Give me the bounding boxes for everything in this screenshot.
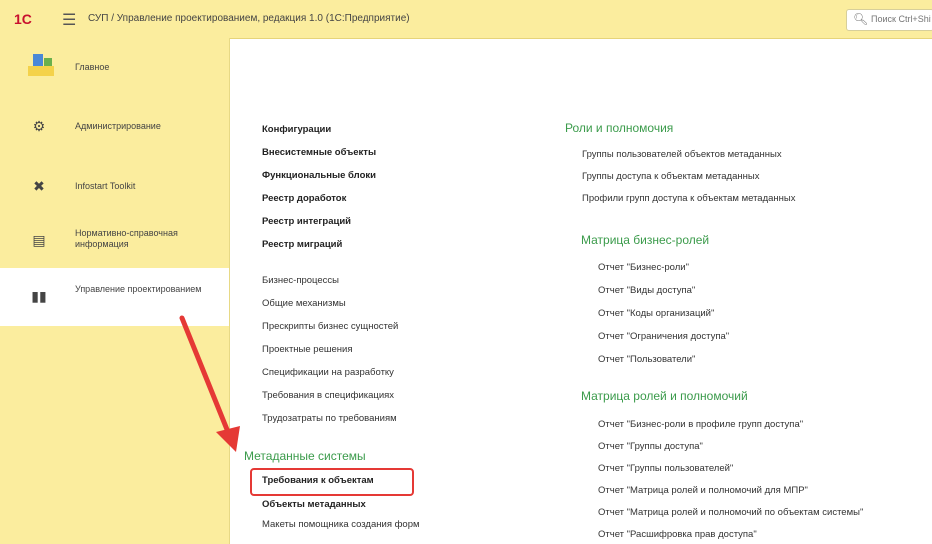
link-business-processes[interactable]: Бизнес-процессы [262,275,339,286]
section-roles-matrix: Матрица ролей и полномочий [581,389,748,403]
sidebar-item-administration[interactable]: ⚙ Администрирование [0,98,229,158]
sidebar-item-label: Главное [75,62,110,72]
link-report-matrix-mpr[interactable]: Отчет "Матрица ролей и полномочий для МП… [598,485,808,496]
section-roles: Роли и полномочия [565,121,674,135]
link-report-matrix-objects[interactable]: Отчет "Матрица ролей и полномочий по объ… [598,507,863,518]
link-dev-specifications[interactable]: Спецификации на разработку [262,367,394,378]
link-report-access-groups[interactable]: Отчет "Группы доступа" [598,441,703,452]
search-box[interactable]: 🔍︎ [846,9,932,31]
link-configurations[interactable]: Конфигурации [262,124,331,135]
section-metadata: Метаданные системы [244,449,366,463]
link-report-business-roles[interactable]: Отчет "Бизнес-роли" [598,262,689,273]
link-report-rights-decode[interactable]: Отчет "Расшифровка прав доступа" [598,529,757,540]
structure-icon: ▮▮ [31,288,47,304]
gear-icon: ⚙ [32,118,46,134]
link-report-roles-in-profile[interactable]: Отчет "Бизнес-роли в профиле групп досту… [598,419,803,430]
sidebar-item-label: Нормативно-справочная информация [75,228,178,249]
sidebar-item-design-management[interactable]: ▮▮ Управление проектированием [0,268,229,326]
sidebar: Главное ⚙ Администрирование ✖ Infostart … [0,38,230,544]
link-functional-blocks[interactable]: Функциональные блоки [262,170,376,181]
link-report-users[interactable]: Отчет "Пользователи" [598,354,695,365]
link-labor-costs[interactable]: Трудозатраты по требованиям [262,413,397,424]
link-revisions-registry[interactable]: Реестр доработок [262,193,346,204]
link-report-access-restrictions[interactable]: Отчет "Ограничения доступа" [598,331,729,342]
link-metadata-objects[interactable]: Объекты метаданных [262,499,366,510]
home-icon [28,54,54,76]
cabinet-icon: ▤ [32,232,46,248]
window-title: СУП / Управление проектированием, редакц… [88,13,410,24]
link-design-decisions[interactable]: Проектные решения [262,344,352,355]
sidebar-item-reference-info[interactable]: ▤ Нормативно-справочная информация [0,210,229,270]
link-access-profiles[interactable]: Профили групп доступа к объектам метадан… [582,193,796,204]
app-logo: 1C [14,11,32,27]
sidebar-item-main[interactable]: Главное [0,38,229,98]
link-integrations-registry[interactable]: Реестр интеграций [262,216,351,227]
section-business-matrix: Матрица бизнес-ролей [581,233,710,247]
sidebar-item-label: Infostart Toolkit [75,181,136,191]
sidebar-item-label: Администрирование [75,121,161,131]
link-spec-requirements[interactable]: Требования в спецификациях [262,390,394,401]
search-input[interactable] [869,13,932,25]
sidebar-item-infostart-toolkit[interactable]: ✖ Infostart Toolkit [0,158,229,218]
link-common-mechanisms[interactable]: Общие механизмы [262,298,346,309]
highlight-box [250,468,414,496]
link-migrations-registry[interactable]: Реестр миграций [262,239,342,250]
link-access-groups[interactable]: Группы доступа к объектам метаданных [582,171,759,182]
top-bar: 1C ☰ СУП / Управление проектированием, р… [0,0,932,39]
tools-icon: ✖ [33,178,45,194]
sidebar-item-label: Управление проектированием [75,284,202,294]
link-external-objects[interactable]: Внесистемные объекты [262,147,376,158]
link-report-access-types[interactable]: Отчет "Виды доступа" [598,285,695,296]
menu-icon[interactable]: ☰ [62,10,76,30]
link-business-prescripts[interactable]: Прескрипты бизнес сущностей [262,321,398,332]
link-form-helper-layouts[interactable]: Макеты помощника создания форм [262,519,420,530]
link-report-user-groups[interactable]: Отчет "Группы пользователей" [598,463,733,474]
link-user-groups[interactable]: Группы пользователей объектов метаданных [582,149,782,160]
link-report-org-codes[interactable]: Отчет "Коды организаций" [598,308,714,319]
search-icon: 🔍︎ [853,12,869,26]
